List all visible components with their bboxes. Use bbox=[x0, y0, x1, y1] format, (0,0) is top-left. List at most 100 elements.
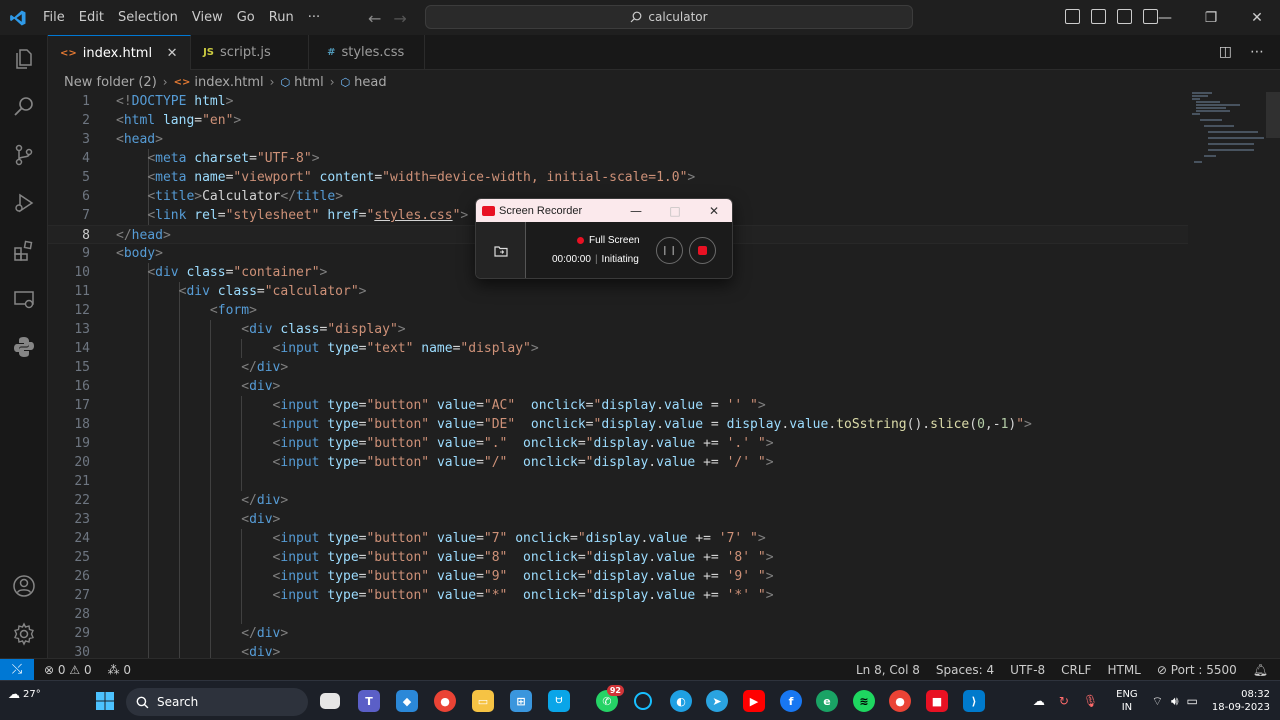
indentation[interactable]: Spaces: 4 bbox=[936, 663, 994, 677]
teams-icon[interactable]: T bbox=[358, 690, 380, 712]
live-server-port[interactable]: ⊘ Port : 5500 bbox=[1157, 663, 1237, 677]
menu-go[interactable]: Go bbox=[230, 0, 262, 35]
split-editor-icon[interactable]: ◫ bbox=[1219, 44, 1232, 60]
code-line: 27 <input type="button" value="*" onclic… bbox=[74, 588, 774, 603]
language-mode[interactable]: HTML bbox=[1107, 663, 1140, 677]
close-icon[interactable]: ✕ bbox=[1234, 0, 1280, 35]
menu-selection[interactable]: Selection bbox=[111, 0, 185, 35]
volume-icon[interactable]: 🔊︎ bbox=[1171, 694, 1179, 709]
status-right: Ln 8, Col 8 Spaces: 4 UTF-8 CRLF HTML ⊘ … bbox=[856, 659, 1268, 681]
vscode-logo-icon[interactable] bbox=[0, 0, 36, 35]
onedrive-icon[interactable]: ☁ bbox=[1033, 694, 1045, 708]
cursor-position[interactable]: Ln 8, Col 8 bbox=[856, 663, 920, 677]
tab-styles-css[interactable]: # styles.css bbox=[309, 35, 426, 70]
problems-status[interactable]: ⊗ 0 ⚠ 0 bbox=[44, 663, 92, 677]
breadcrumb-file[interactable]: index.html bbox=[194, 75, 263, 90]
wifi-icon[interactable]: ⌔ bbox=[1152, 694, 1163, 709]
chrome-alt-icon[interactable]: ● bbox=[889, 690, 911, 712]
edge-dev-icon[interactable]: ◐ bbox=[670, 690, 692, 712]
code-editor[interactable]: 1 <!DOCTYPE html> 2 <html lang="en"> 3 <hea… bbox=[48, 92, 1280, 658]
youtube-icon[interactable]: ▶ bbox=[743, 690, 765, 712]
element-symbol-icon: ⬡ bbox=[340, 75, 351, 89]
accounts-icon[interactable] bbox=[0, 562, 48, 610]
file-explorer-icon[interactable]: ▭ bbox=[472, 690, 494, 712]
whatsapp-icon[interactable]: ✆ 92 bbox=[596, 685, 624, 712]
toggle-panel-icon[interactable] bbox=[1091, 9, 1106, 24]
cashify-icon[interactable]: ᗨ bbox=[548, 690, 570, 712]
open-folder-button[interactable] bbox=[476, 222, 526, 278]
window-controls: — ❐ ✕ bbox=[1142, 0, 1280, 35]
menu-edit[interactable]: Edit bbox=[72, 0, 111, 35]
telegram-icon[interactable]: ➤ bbox=[706, 690, 728, 712]
menu-file[interactable]: File bbox=[36, 0, 72, 35]
tab-index-html[interactable]: <> index.html ✕ bbox=[48, 35, 192, 70]
microsoft-store-icon[interactable]: ⊞ bbox=[510, 690, 532, 712]
minimize-icon[interactable]: — bbox=[621, 199, 651, 222]
restore-icon[interactable]: ❐ bbox=[1188, 0, 1234, 35]
ports-status[interactable]: ⁂ 0 bbox=[108, 663, 131, 677]
source-control-icon[interactable] bbox=[0, 131, 48, 179]
chrome-icon[interactable]: ● bbox=[434, 690, 456, 712]
battery-icon[interactable]: ▭ bbox=[1187, 694, 1198, 708]
explorer-icon[interactable] bbox=[0, 35, 48, 83]
python-icon[interactable] bbox=[0, 323, 48, 371]
remote-explorer-icon[interactable] bbox=[0, 275, 48, 323]
sync-icon[interactable]: ↻ bbox=[1059, 694, 1069, 708]
facebook-icon[interactable]: f bbox=[780, 690, 802, 712]
close-icon[interactable]: ✕ bbox=[699, 199, 729, 222]
back-arrow-icon[interactable]: ← bbox=[368, 9, 381, 28]
close-tab-icon[interactable]: ✕ bbox=[164, 46, 180, 61]
command-center-search[interactable]: calculator bbox=[425, 5, 913, 29]
breadcrumb: New folder (2) › <> index.html › ⬡ html … bbox=[64, 72, 387, 92]
maximize-icon[interactable]: □ bbox=[660, 199, 690, 222]
breadcrumb-folder[interactable]: New folder (2) bbox=[64, 75, 157, 90]
vscode-taskbar-icon[interactable]: ⟩ bbox=[963, 690, 985, 712]
tab-label: index.html bbox=[82, 45, 153, 61]
recording-mode[interactable]: Full Screen bbox=[577, 235, 640, 246]
menu-more[interactable]: ··· bbox=[301, 0, 327, 35]
clock[interactable]: 08:32 18-09-2023 bbox=[1212, 688, 1280, 714]
breadcrumb-head[interactable]: head bbox=[354, 75, 386, 90]
scrollbar-thumb[interactable] bbox=[1266, 92, 1280, 138]
extensions-icon[interactable] bbox=[0, 227, 48, 275]
store-icon[interactable]: ◆ bbox=[396, 690, 418, 712]
pause-icon: ❙❙ bbox=[660, 245, 679, 256]
menu-view[interactable]: View bbox=[185, 0, 230, 35]
tab-script-js[interactable]: JS script.js bbox=[191, 35, 310, 70]
spotify-icon[interactable]: ≋ bbox=[853, 690, 875, 712]
minimize-icon[interactable]: — bbox=[1142, 0, 1188, 35]
live-server-port-label: Port : 5500 bbox=[1170, 663, 1237, 677]
notifications-bell-icon[interactable]: 🔔︎ bbox=[1253, 663, 1268, 677]
weather-widget[interactable]: ☁ 27° bbox=[8, 687, 41, 701]
status-separator: | bbox=[594, 254, 598, 265]
windows-start-icon[interactable] bbox=[94, 690, 116, 712]
run-debug-icon[interactable] bbox=[0, 179, 48, 227]
language-indicator[interactable]: ENG IN bbox=[1116, 688, 1138, 714]
language-code: ENG bbox=[1116, 689, 1138, 700]
cortana-icon[interactable] bbox=[634, 692, 652, 710]
breadcrumb-html[interactable]: html bbox=[294, 75, 324, 90]
settings-gear-icon[interactable] bbox=[0, 610, 48, 658]
code-line: 14 <input type="text" name="display"> bbox=[74, 341, 539, 356]
stop-button[interactable] bbox=[689, 237, 716, 264]
encoding[interactable]: UTF-8 bbox=[1010, 663, 1045, 677]
more-actions-icon[interactable]: ⋯ bbox=[1250, 44, 1264, 60]
taskbar-search[interactable]: Search bbox=[126, 688, 308, 716]
menu-run[interactable]: Run bbox=[262, 0, 301, 35]
remote-indicator-icon[interactable]: ⤯ bbox=[0, 658, 34, 681]
search-icon bbox=[630, 11, 642, 23]
forward-arrow-icon[interactable]: → bbox=[393, 9, 406, 28]
vertical-scrollbar[interactable] bbox=[1266, 92, 1280, 658]
microphone-icon[interactable]: 🎙︎ bbox=[1083, 694, 1098, 708]
code-line: 12 <form> bbox=[74, 303, 257, 318]
search-icon[interactable] bbox=[0, 83, 48, 131]
screen-recorder-taskbar-icon[interactable]: ■ bbox=[926, 690, 948, 712]
edge-icon[interactable]: e bbox=[816, 690, 838, 712]
minimap[interactable] bbox=[1190, 92, 1266, 172]
task-view-icon[interactable] bbox=[320, 693, 340, 709]
toggle-primary-sidebar-icon[interactable] bbox=[1065, 9, 1080, 24]
code-line: 11 <div class="calculator"> bbox=[74, 284, 367, 299]
toggle-secondary-sidebar-icon[interactable] bbox=[1117, 9, 1132, 24]
pause-button[interactable]: ❙❙ bbox=[656, 237, 683, 264]
end-of-line[interactable]: CRLF bbox=[1061, 663, 1091, 677]
